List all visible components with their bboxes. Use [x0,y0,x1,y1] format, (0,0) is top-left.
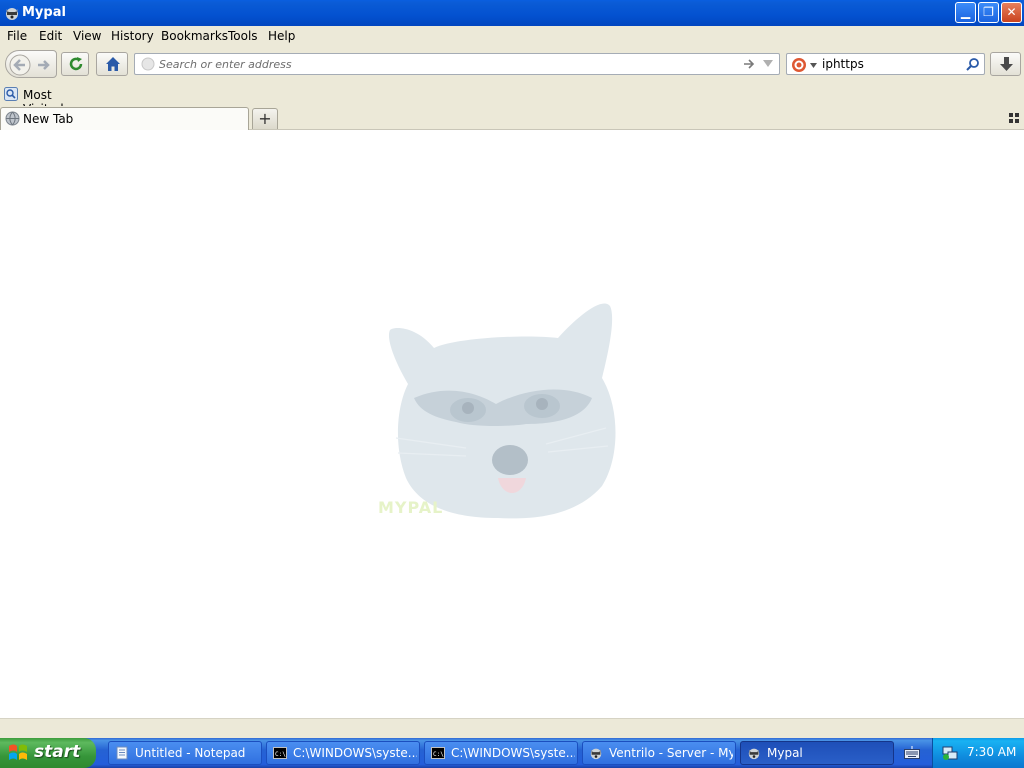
tab-new-tab[interactable]: New Tab [0,107,249,130]
taskbar-item-notepad[interactable]: Untitled - Notepad [108,741,262,765]
windows-logo-icon [9,744,27,760]
home-button[interactable] [96,52,128,76]
taskbar-item-cmd-1[interactable]: C:\ C:\WINDOWS\syste... [266,741,420,765]
bookmark-most-visited[interactable]: Most Visited [3,86,85,116]
plus-icon: + [258,109,272,128]
start-label: start [34,742,81,762]
url-bar[interactable] [134,53,780,75]
download-arrow-icon [1000,57,1013,71]
taskbar-item-mypal[interactable]: Mypal [740,741,894,765]
taskbar: start Untitled - Notepad C:\ C:\WINDOWS\… [0,738,1024,768]
taskbar-item-label: Mypal [767,746,803,760]
start-button[interactable]: start [0,738,96,768]
close-button[interactable]: ✕ [1001,2,1022,23]
taskbar-item-label: C:\WINDOWS\syste... [293,746,417,760]
menu-bookmarks[interactable]: Bookmarks [161,29,228,43]
taskbar-item-ventrilo[interactable]: Ventrilo - Server - My... [582,741,736,765]
home-icon [106,57,120,71]
menu-help[interactable]: Help [268,29,295,43]
go-arrow-icon[interactable] [743,58,756,70]
tab-strip: New Tab + [0,106,1024,130]
back-arrow-icon[interactable] [9,54,31,76]
search-icon[interactable] [965,57,980,72]
taskbar-item-label: C:\WINDOWS\syste... [451,746,575,760]
restore-icon: ❐ [983,5,994,19]
raccoon-logo [388,303,616,519]
menu-bar: File Edit View History Bookmarks Tools H… [0,26,1024,46]
bookmarks-toolbar: Most Visited [0,84,1024,116]
svg-text:C:\: C:\ [433,751,444,758]
svg-text:C:\: C:\ [275,751,286,758]
keyboard-icon[interactable] [904,746,920,760]
back-forward-group [5,50,57,78]
reload-button[interactable] [61,52,89,76]
tab-groups-icon[interactable] [1009,113,1019,123]
cmd-icon: C:\ [273,747,287,759]
globe-icon [5,111,20,126]
clock[interactable]: 7:30 AM [967,745,1016,759]
restore-button[interactable]: ❐ [978,2,999,23]
url-input[interactable] [159,56,739,72]
dropdown-arrow-icon[interactable] [763,60,773,68]
minimize-button[interactable]: ▁ [955,2,976,23]
menu-view[interactable]: View [73,29,101,43]
notepad-icon [116,746,128,760]
title-bar[interactable]: Mypal ▁ ❐ ✕ [0,0,1024,26]
menu-edit[interactable]: Edit [39,29,62,43]
taskbar-item-cmd-2[interactable]: C:\ C:\WINDOWS\syste... [424,741,578,765]
new-tab-button[interactable]: + [252,108,278,129]
status-bar [0,718,1024,738]
cmd-icon: C:\ [431,747,445,759]
taskbar-item-label: Ventrilo - Server - My... [609,746,733,760]
menu-file[interactable]: File [7,29,27,43]
raccoon-icon [6,8,18,20]
downloads-button[interactable] [990,52,1021,76]
page-content: MYPAL [0,130,1024,718]
logo-text: MYPAL [378,498,444,517]
menu-history[interactable]: History [111,29,154,43]
search-input[interactable] [822,56,962,72]
forward-arrow-icon[interactable] [36,57,52,73]
globe-icon [141,57,155,71]
taskbar-item-label: Untitled - Notepad [135,746,246,760]
window-title: Mypal [22,5,66,20]
smart-folder-icon [4,87,18,101]
system-tray: 7:30 AM [932,738,1024,768]
raccoon-icon [590,748,602,760]
network-icon[interactable] [942,745,958,761]
menu-tools[interactable]: Tools [228,29,258,43]
raccoon-icon [748,748,760,760]
reload-icon [69,57,83,71]
duckduckgo-icon[interactable] [791,57,807,73]
close-icon: ✕ [1006,5,1017,19]
engine-dropdown-icon[interactable] [810,63,817,68]
navigation-toolbar [0,46,1024,84]
tab-label: New Tab [23,112,74,126]
search-bar[interactable] [786,53,985,75]
minimize-icon: ▁ [960,5,971,19]
